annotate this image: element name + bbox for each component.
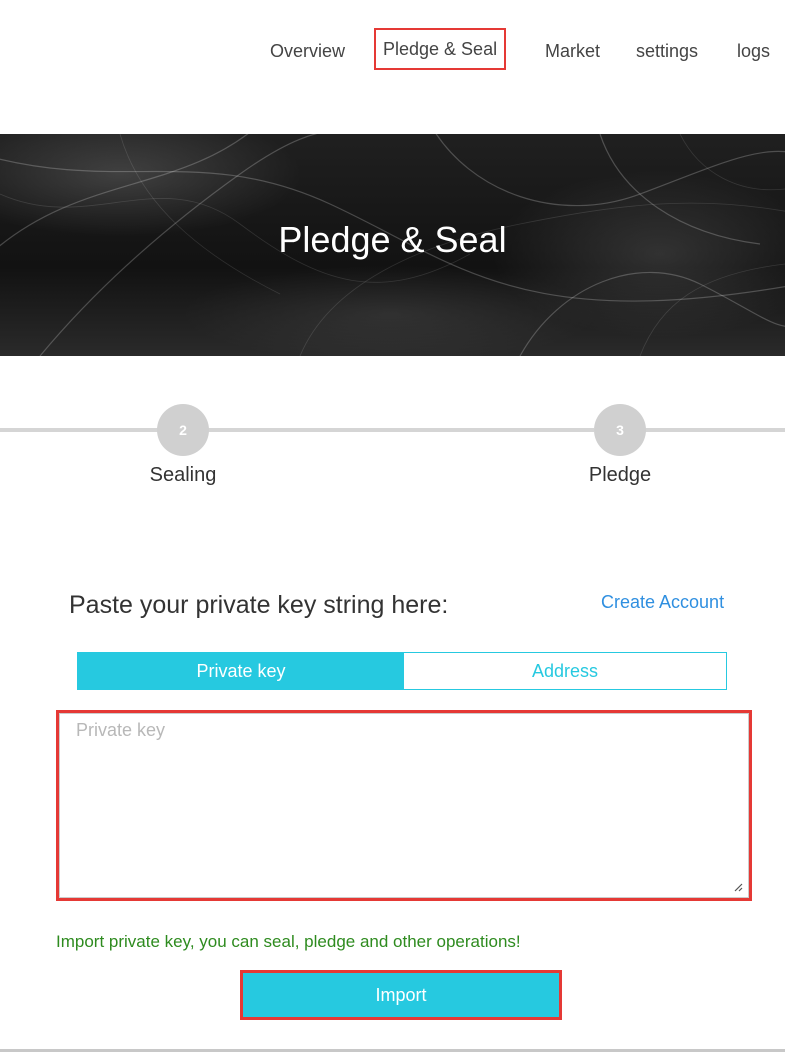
hero-banner: Pledge & Seal [0, 134, 785, 356]
tab-address[interactable]: Address [404, 653, 726, 689]
key-type-tabs: Private key Address [77, 652, 727, 690]
page: Overview Pledge & Seal Market settings l… [0, 0, 785, 1054]
tab-private-key[interactable]: Private key [78, 653, 404, 689]
create-account-link[interactable]: Create Account [601, 592, 724, 613]
step-connector [0, 428, 160, 432]
step-label-sealing: Sealing [149, 464, 217, 486]
step-connector [642, 428, 785, 432]
step-number-sealing: 2 [157, 404, 209, 456]
page-title: Pledge & Seal [278, 219, 507, 260]
top-nav: Overview Pledge & Seal Market settings l… [0, 0, 785, 100]
step-number-pledge: 3 [594, 404, 646, 456]
resize-grip-icon[interactable] [733, 882, 743, 892]
step-label-pledge: Pledge [588, 464, 652, 486]
private-key-input[interactable] [59, 713, 749, 898]
private-key-field-wrapper [56, 710, 752, 901]
import-button[interactable]: Import [240, 970, 562, 1020]
progress-steps: 2 Sealing 3 Pledge [0, 395, 785, 505]
bottom-divider [0, 1049, 785, 1052]
nav-item-overview[interactable]: Overview [270, 40, 345, 62]
step-connector [208, 428, 594, 432]
nav-item-settings[interactable]: settings [636, 40, 698, 62]
import-hint-text: Import private key, you can seal, pledge… [56, 932, 521, 951]
form-heading: Paste your private key string here: [69, 591, 449, 619]
nav-item-market[interactable]: Market [545, 40, 600, 62]
nav-item-pledge-seal[interactable]: Pledge & Seal [373, 28, 507, 70]
nav-item-logs[interactable]: logs [737, 40, 770, 62]
